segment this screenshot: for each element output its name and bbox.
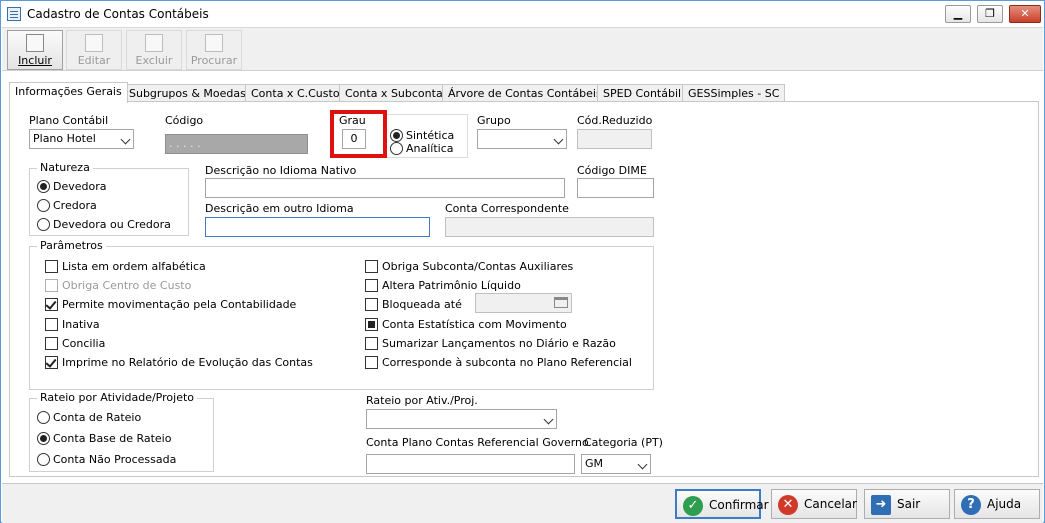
toolbar: Incluir Editar Excluir Procurar — [2, 27, 1043, 71]
desc-outro-input[interactable] — [205, 217, 430, 237]
categoria-value: GM — [585, 457, 604, 470]
rateio-nao-processada-radio[interactable]: Conta Não Processada — [37, 453, 176, 467]
procurar-button[interactable]: Procurar — [186, 30, 242, 70]
exit-icon: ➜ — [871, 495, 891, 515]
cod-dime-input[interactable] — [577, 178, 654, 198]
tab-arvore-contas[interactable]: Árvore de Contas Contábeis — [442, 84, 608, 102]
cancelar-button[interactable]: ✕ Cancelar — [771, 489, 857, 519]
categoria-label: Categoria (PT) — [584, 436, 663, 449]
tab-panel: Plano Contábil Plano Hotel Código . . . … — [9, 101, 1039, 477]
editar-label: Editar — [77, 54, 111, 67]
chk-obriga-subconta[interactable]: Obriga Subconta/Contas Auxiliares — [365, 260, 573, 274]
chk-altera-patrimonio[interactable]: Altera Patrimônio Líquido — [365, 279, 521, 293]
natureza-credora-radio[interactable]: Credora — [37, 199, 97, 213]
grau-highlight-box — [330, 110, 387, 158]
parametros-title: Parâmetros — [37, 239, 106, 252]
chk-lista-alfabetica[interactable]: Lista em ordem alfabética — [45, 260, 206, 274]
natureza-devedora-radio[interactable]: Devedora — [37, 180, 107, 194]
ref-gov-input[interactable] — [366, 454, 575, 474]
new-document-icon — [26, 34, 44, 52]
rateio-ativ-label: Rateio por Ativ./Proj. — [366, 394, 478, 407]
codred-field[interactable] — [577, 129, 652, 149]
rateio-ativ-select[interactable] — [366, 409, 557, 429]
edit-document-icon — [85, 34, 103, 52]
window-title: Cadastro de Contas Contábeis — [27, 7, 209, 21]
incluir-label: Incluir — [18, 54, 52, 67]
ref-gov-label: Conta Plano Contas Referencial Governo — [366, 436, 589, 449]
chevron-down-icon — [553, 134, 564, 145]
rateio-conta-rateio-radio[interactable]: Conta de Rateio — [37, 411, 141, 425]
check-icon: ✓ — [683, 496, 703, 516]
bloqueada-date-field[interactable] — [475, 293, 572, 313]
footer-bar: ✓ Confirmar ✕ Cancelar ➜ Sair ? Ajuda — [2, 483, 1043, 523]
tab-gessimples[interactable]: GESSimples - SC — [682, 84, 786, 102]
codigo-label: Código — [165, 114, 204, 127]
plano-select[interactable]: Plano Hotel — [29, 129, 134, 149]
excluir-button[interactable]: Excluir — [126, 30, 182, 70]
cod-dime-label: Código DIME — [577, 164, 647, 177]
chk-imprime-relatorio[interactable]: Imprime no Relatório de Evolução das Con… — [45, 356, 313, 370]
chk-bloqueada-ate[interactable]: Bloqueada até — [365, 298, 462, 312]
close-button[interactable]: ✕ — [1009, 5, 1041, 23]
confirmar-button[interactable]: ✓ Confirmar — [675, 489, 769, 519]
tab-subgrupos-moedas[interactable]: Subgrupos & Moedas — [123, 84, 252, 102]
plano-label: Plano Contábil — [29, 114, 109, 127]
restore-button[interactable]: ❐ — [977, 5, 1003, 23]
confirmar-label: Confirmar — [709, 498, 769, 512]
sintetica-radio[interactable]: Sintética — [390, 129, 454, 143]
editar-button[interactable]: Editar — [66, 30, 122, 70]
chk-sumarizar[interactable]: Sumarizar Lançamentos no Diário e Razão — [365, 337, 616, 351]
chk-corresponde-subconta[interactable]: Corresponde à subconta no Plano Referenc… — [365, 356, 632, 370]
procurar-label: Procurar — [190, 54, 238, 67]
cancelar-label: Cancelar — [804, 497, 857, 511]
main-window: Cadastro de Contas Contábeis ▁ ❐ ✕ Inclu… — [0, 0, 1045, 523]
incluir-button[interactable]: Incluir — [7, 30, 63, 70]
chk-obriga-centro-custo[interactable]: Obriga Centro de Custo — [45, 279, 191, 293]
calendar-icon[interactable] — [554, 297, 568, 308]
title-bar: Cadastro de Contas Contábeis ▁ ❐ ✕ — [1, 1, 1044, 27]
ajuda-button[interactable]: ? Ajuda — [954, 489, 1040, 519]
chk-permite-movimentacao[interactable]: Permite movimentação pela Contabilidade — [45, 298, 296, 312]
desc-nativo-input[interactable] — [205, 178, 565, 198]
search-document-icon — [205, 34, 223, 52]
tab-informacoes-gerais[interactable]: Informações Gerais — [9, 82, 128, 103]
conta-corr-field[interactable] — [445, 217, 654, 237]
app-icon — [7, 7, 21, 21]
analitica-radio[interactable]: Analítica — [390, 142, 454, 156]
categoria-select[interactable]: GM — [581, 454, 651, 474]
cancel-icon: ✕ — [778, 495, 798, 515]
tab-bar: Informações Gerais Subgrupos & Moedas Co… — [9, 82, 1039, 103]
help-icon: ? — [961, 495, 981, 515]
codigo-field[interactable]: . . . . . — [165, 134, 308, 154]
grupo-label: Grupo — [477, 114, 511, 127]
conta-corr-label: Conta Correspondente — [445, 202, 569, 215]
sair-button[interactable]: ➜ Sair — [864, 489, 950, 519]
excluir-label: Excluir — [135, 54, 173, 67]
tab-sped-contabil[interactable]: SPED Contábil — [597, 84, 688, 102]
chevron-down-icon — [637, 459, 648, 470]
chk-concilia[interactable]: Concilia — [45, 337, 105, 351]
plano-value: Plano Hotel — [33, 132, 96, 145]
sair-label: Sair — [897, 497, 921, 511]
desc-outro-label: Descrição em outro Idioma — [205, 202, 354, 215]
natureza-devedora-credora-radio[interactable]: Devedora ou Credora — [37, 218, 171, 232]
minimize-button[interactable]: ▁ — [945, 5, 971, 23]
chevron-down-icon — [120, 134, 131, 145]
chevron-down-icon — [543, 414, 554, 425]
rateio-title: Rateio por Atividade/Projeto — [37, 391, 197, 404]
delete-document-icon — [145, 34, 163, 52]
grupo-select[interactable] — [477, 129, 567, 149]
chk-conta-estatistica[interactable]: Conta Estatística com Movimento — [365, 318, 567, 332]
desc-nativo-label: Descrição no Idioma Nativo — [205, 164, 357, 177]
chk-inativa[interactable]: Inativa — [45, 318, 100, 332]
ajuda-label: Ajuda — [987, 497, 1022, 511]
rateio-conta-base-radio[interactable]: Conta Base de Rateio — [37, 432, 171, 446]
tab-conta-ccusto[interactable]: Conta x C.Custo — [245, 84, 346, 102]
tab-conta-subconta[interactable]: Conta x Subconta — [339, 84, 449, 102]
natureza-title: Natureza — [37, 161, 93, 174]
codred-label: Cód.Reduzido — [577, 114, 653, 127]
